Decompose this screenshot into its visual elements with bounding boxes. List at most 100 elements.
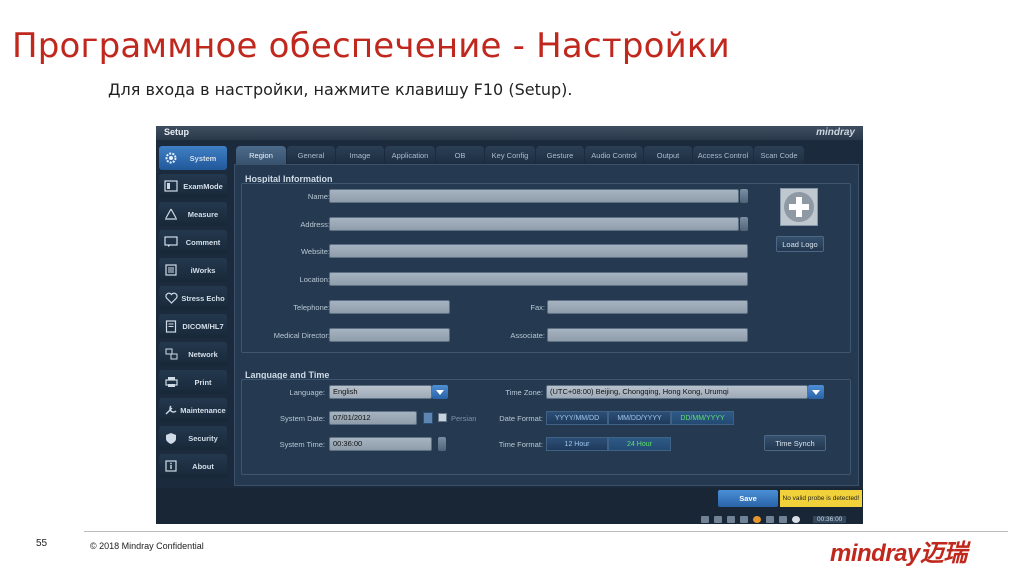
sidebar-item-iworks[interactable]: iWorks	[159, 258, 227, 282]
maintenance-icon	[163, 402, 179, 418]
sidebar-item-system[interactable]: System	[159, 146, 227, 170]
network-icon	[163, 346, 179, 362]
measure-icon	[163, 206, 179, 222]
sidebar-item-label: Print	[194, 377, 212, 387]
sidebar-item-security[interactable]: Security	[159, 426, 227, 450]
location-field[interactable]	[329, 272, 748, 286]
time-zone-dropdown-button[interactable]	[808, 385, 824, 399]
tab-key-config[interactable]: Key Config	[485, 146, 535, 164]
medical-director-field[interactable]	[329, 328, 450, 342]
medical-director-label: Medical Director:	[273, 331, 330, 340]
printer-icon	[163, 374, 179, 390]
footer-divider	[84, 531, 1008, 532]
sidebar-item-label: Maintenance	[180, 405, 226, 415]
tray-icon	[714, 515, 722, 523]
wifi-icon	[727, 515, 735, 523]
tab-access-control[interactable]: Access Control	[693, 146, 753, 164]
slide-title: Программное обеспечение - Настройки	[12, 26, 730, 66]
persian-checkbox[interactable]	[438, 413, 447, 422]
system-time-stepper[interactable]	[438, 437, 446, 451]
save-button[interactable]: Save	[718, 490, 778, 507]
tab-gesture[interactable]: Gesture	[536, 146, 584, 164]
mindray-logo: mindray	[816, 127, 855, 138]
calendar-icon[interactable]	[423, 412, 433, 424]
tab-audio-control[interactable]: Audio Control	[585, 146, 643, 164]
tray-icon	[701, 515, 709, 523]
address-scroll-handle[interactable]	[740, 217, 748, 231]
address-field[interactable]	[329, 217, 739, 231]
fax-field[interactable]	[547, 300, 748, 314]
website-field[interactable]	[329, 244, 748, 258]
sidebar-item-dicom[interactable]: DICOM/HL7	[159, 314, 227, 338]
address-label: Address:	[300, 220, 330, 229]
tab-ob[interactable]: OB	[436, 146, 484, 164]
telephone-label: Telephone:	[293, 303, 330, 312]
telephone-field[interactable]	[329, 300, 450, 314]
sidebar-item-measure[interactable]: Measure	[159, 202, 227, 226]
tab-image[interactable]: Image	[336, 146, 384, 164]
dicom-icon	[163, 318, 179, 334]
time-zone-label: Time Zone:	[505, 388, 543, 397]
sidebar-item-network[interactable]: Network	[159, 342, 227, 366]
iworks-icon	[163, 262, 179, 278]
sidebar-item-about[interactable]: About	[159, 454, 227, 478]
system-date-label: System Date:	[279, 414, 325, 423]
fax-label: Fax:	[530, 303, 545, 312]
tray-icon	[740, 515, 748, 523]
tab-general[interactable]: General	[287, 146, 335, 164]
sidebar-item-print[interactable]: Print	[159, 370, 227, 394]
setup-screen: Setup mindray System ExamMode Measure Co…	[156, 126, 863, 524]
sidebar-item-exammode[interactable]: ExamMode	[159, 174, 227, 198]
time-format-label: Time Format:	[498, 440, 543, 449]
probe-warning: No valid probe is detected!	[780, 490, 862, 507]
load-logo-button[interactable]: Load Logo	[776, 236, 824, 252]
slide: Программное обеспечение - Настройки Для …	[0, 0, 1024, 574]
setup-sidebar: System ExamMode Measure Comment iWorks S…	[156, 144, 228, 489]
logo-placeholder[interactable]	[780, 188, 818, 226]
status-dot-icon	[792, 515, 800, 523]
tray-icon	[766, 515, 774, 523]
heart-icon	[163, 290, 179, 306]
system-date-field[interactable]: 07/01/2012	[329, 411, 417, 425]
sidebar-item-stress-echo[interactable]: Stress Echo	[159, 286, 227, 310]
sidebar-item-comment[interactable]: Comment	[159, 230, 227, 254]
slide-subtitle: Для входа в настройки, нажмите клавишу F…	[108, 80, 573, 99]
sidebar-item-maintenance[interactable]: Maintenance	[159, 398, 227, 422]
name-field[interactable]	[329, 189, 739, 203]
sidebar-item-label: Measure	[187, 209, 219, 219]
date-format-yyyy-mm-dd[interactable]: YYYY/MM/DD	[546, 411, 608, 425]
sidebar-item-label: Comment	[185, 237, 221, 247]
sidebar-item-label: Security	[188, 433, 218, 443]
time-format-24-hour[interactable]: 24 Hour	[608, 437, 671, 451]
name-label: Name:	[307, 192, 330, 201]
sidebar-item-label: Stress Echo	[181, 293, 225, 303]
language-select[interactable]: English	[329, 385, 432, 399]
associate-field[interactable]	[547, 328, 748, 342]
tab-application[interactable]: Application	[385, 146, 435, 164]
bottom-bar: Save No valid probe is detected! 00:36:0…	[156, 488, 863, 524]
sidebar-item-label: DICOM/HL7	[182, 321, 224, 331]
time-synch-button[interactable]: Time Synch	[764, 435, 826, 451]
system-time-label: System Time:	[279, 440, 325, 449]
page-number: 55	[36, 538, 48, 549]
date-format-label: Date Format:	[499, 414, 543, 423]
language-dropdown-button[interactable]	[432, 385, 448, 399]
chevron-down-icon	[436, 389, 444, 395]
info-icon	[163, 458, 179, 474]
setup-tabs: Region General Image Application OB Key …	[236, 146, 856, 164]
tab-scan-code[interactable]: Scan Code	[754, 146, 804, 164]
date-format-dd-mm-yyyy[interactable]: DD/MM/YYYY	[671, 411, 734, 425]
system-time-field[interactable]: 00:36:00	[329, 437, 432, 451]
name-scroll-handle[interactable]	[740, 189, 748, 203]
sidebar-item-label: System	[189, 153, 217, 163]
plus-circle-icon	[784, 192, 814, 222]
clock: 00:36:00	[813, 515, 847, 523]
date-format-mm-dd-yyyy[interactable]: MM/DD/YYYY	[608, 411, 671, 425]
time-zone-select[interactable]: (UTC+08:00) Beijing, Chongqing, Hong Kon…	[546, 385, 808, 399]
tab-output[interactable]: Output	[644, 146, 692, 164]
region-panel: Hospital Information Name: Address: Webs…	[234, 164, 859, 486]
time-format-12-hour[interactable]: 12 Hour	[546, 437, 608, 451]
tab-region[interactable]: Region	[236, 146, 286, 164]
shield-icon	[163, 430, 179, 446]
window-title: Setup	[164, 127, 190, 137]
